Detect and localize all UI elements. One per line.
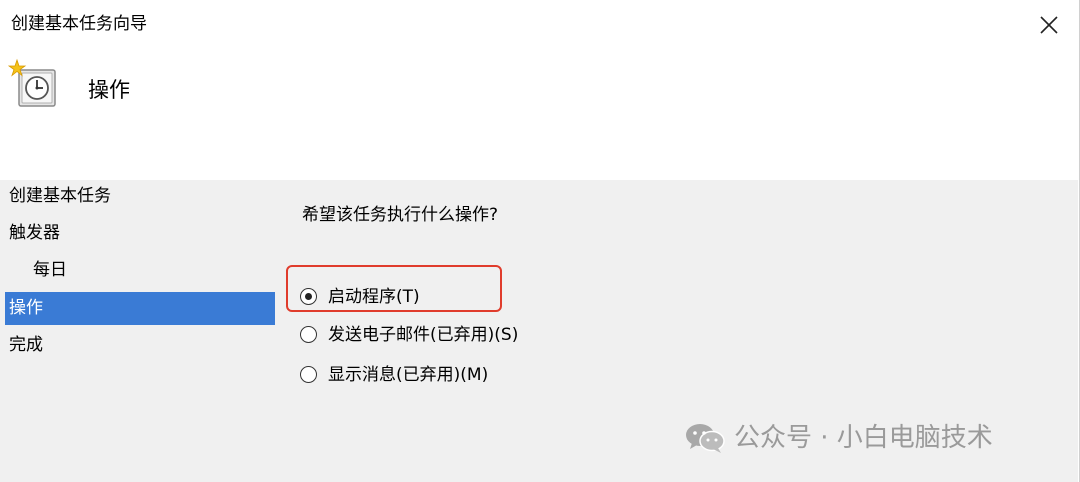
option-label: 启动程序(T)	[328, 287, 420, 307]
wizard-steps-list: 创建基本任务 触发器 每日 操作 完成	[0, 180, 280, 482]
close-button[interactable]	[1032, 8, 1066, 42]
watermark-text: 公众号 · 小白电脑技术	[734, 423, 993, 453]
radio-start-program[interactable]	[300, 288, 317, 305]
step-daily[interactable]: 每日	[5, 254, 275, 287]
page-title: 操作	[88, 78, 130, 102]
step-finish[interactable]: 完成	[5, 329, 275, 362]
wizard-window: 创建基本任务向导 操作 创建基本任务 触发器 每日 操作 完成 希望该任务执行什…	[0, 0, 1080, 482]
action-question: 希望该任务执行什么操作?	[302, 205, 499, 225]
window-title: 创建基本任务向导	[11, 14, 147, 34]
step-trigger[interactable]: 触发器	[5, 217, 275, 250]
wizard-header: 操作	[0, 50, 1080, 180]
step-create-basic-task[interactable]: 创建基本任务	[5, 180, 275, 213]
close-icon	[1040, 16, 1058, 34]
scheduled-task-clock-icon	[7, 58, 58, 110]
step-action[interactable]: 操作	[5, 292, 275, 325]
option-label: 显示消息(已弃用)(M)	[328, 365, 489, 385]
radio-send-email[interactable]	[300, 326, 317, 343]
option-label: 发送电子邮件(已弃用)(S)	[328, 325, 519, 345]
radio-display-message[interactable]	[300, 366, 317, 383]
wechat-icon	[686, 424, 725, 453]
title-bar: 创建基本任务向导	[0, 0, 1080, 50]
